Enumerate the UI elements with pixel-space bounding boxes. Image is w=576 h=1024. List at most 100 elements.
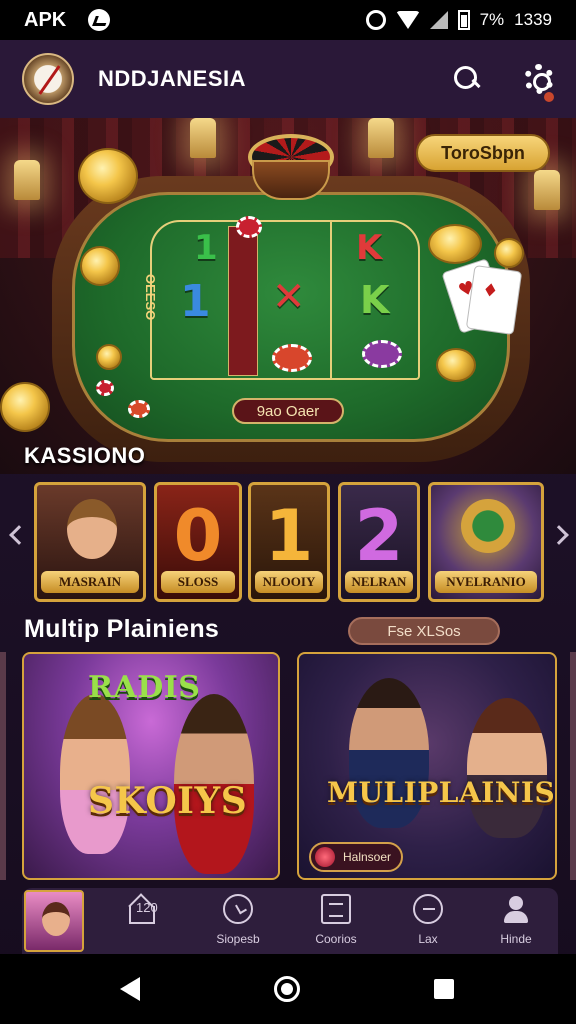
nav-item-siopesb[interactable]: Siopesb	[200, 894, 276, 952]
app-title: NDDJANESIA	[98, 66, 247, 91]
lamp-right	[534, 170, 560, 210]
alarm-icon	[365, 10, 386, 30]
lamp-left	[14, 160, 40, 200]
table-label: 9ao Oaer	[232, 398, 344, 424]
promo-top-text: RADIS	[88, 670, 201, 705]
nav-item-coorios[interactable]: Coorios	[298, 894, 374, 952]
avatar-image	[42, 902, 70, 936]
notification-dot	[544, 92, 554, 102]
battery-icon	[457, 10, 470, 30]
coin	[428, 224, 482, 264]
chevron-right-icon[interactable]	[549, 525, 569, 545]
see-all-button[interactable]: Fse XLSos	[348, 617, 500, 645]
felt-chip	[272, 344, 312, 372]
clock-icon	[223, 894, 253, 924]
home-button-icon[interactable]	[274, 976, 300, 1002]
game-tile-nelran[interactable]: 2 NELRAN	[338, 482, 420, 602]
felt-symbol: K	[356, 228, 383, 268]
nav-item-lax[interactable]: Lax	[390, 894, 466, 952]
felt-symbol: 1	[194, 228, 218, 268]
roulette-wheel	[248, 134, 334, 204]
coin	[80, 246, 120, 286]
tile-label: SLOSS	[161, 571, 235, 593]
lamp-center-right	[368, 118, 394, 158]
nav-label: Siopesb	[216, 932, 260, 946]
nav-label: Hinde	[500, 932, 532, 946]
felt-strip	[228, 226, 258, 376]
carousel-edge-left	[0, 652, 6, 880]
promo-main-text: SKOIYS	[88, 780, 248, 822]
wifi-icon	[395, 11, 420, 29]
carousel-edge-right	[570, 652, 576, 880]
status-bar: APK 7% 1339	[0, 0, 576, 40]
bottom-navigation: 120 Siopesb Coorios Lax Hinde	[22, 888, 558, 954]
roulette-icon	[461, 499, 515, 553]
tile-label: NELRAN	[345, 571, 413, 593]
hero-banner[interactable]: 1 1 K K ✕ ♥ ♦ ToroSbpn 9ao Oaer OEESO	[0, 118, 576, 474]
woman-character-image	[467, 698, 547, 838]
home-count: 120	[136, 900, 158, 915]
tile-label: MASRAIN	[41, 571, 139, 593]
promo-card-skoiys[interactable]: RADIS SKOIYS	[22, 652, 280, 880]
compass-logo[interactable]	[22, 53, 74, 105]
search-icon[interactable]	[454, 66, 480, 92]
chevron-left-icon[interactable]	[9, 525, 29, 545]
messenger-icon	[88, 9, 111, 31]
poker-chip	[96, 380, 114, 396]
back-icon[interactable]	[120, 977, 140, 1001]
play-button-label: Halnsoer	[343, 850, 392, 864]
promo-card-muliplainis[interactable]: MULIPLAINIS Halnsoer	[297, 652, 557, 880]
game-tile-masrain[interactable]: MASRAIN	[34, 482, 146, 602]
poker-chip	[236, 216, 262, 238]
app-header: NDDJANESIA	[0, 40, 576, 118]
game-tile-sloss[interactable]: 0 SLOSS	[154, 482, 242, 602]
felt-chip	[362, 340, 402, 368]
felt-symbol: K	[360, 278, 390, 322]
slots-carousel: MASRAIN 0 SLOSS 1 NLOOIY 2 NELRAN NVELRA…	[0, 478, 576, 606]
tour-button[interactable]: ToroSbpn	[416, 134, 550, 172]
clock-time: 1339	[514, 10, 552, 29]
status-right: 7% 1339	[365, 10, 552, 30]
recents-icon[interactable]	[434, 979, 454, 999]
felt-symbol: 1	[180, 276, 211, 327]
header-actions	[454, 64, 554, 94]
avatar[interactable]	[24, 890, 84, 952]
nav-label: Coorios	[315, 932, 357, 946]
coin	[96, 344, 122, 370]
battery-percent: 7%	[479, 10, 505, 29]
play-dot-icon	[315, 847, 335, 867]
status-left: APK	[24, 8, 111, 32]
cross-symbol: ✕	[272, 274, 306, 320]
coin	[436, 348, 476, 382]
nav-item-hinde[interactable]: Hinde	[478, 894, 554, 952]
casino-section-title: KASSIONO	[24, 443, 146, 468]
user-icon	[501, 894, 531, 924]
poker-chip	[128, 400, 150, 418]
carrier-label: APK	[24, 8, 67, 31]
coin	[494, 238, 524, 268]
lamp-center-left	[190, 118, 216, 158]
coin-stack	[78, 148, 138, 204]
nav-label: Lax	[418, 932, 438, 946]
slot-digit: 1	[264, 495, 314, 577]
nav-item-home[interactable]: 120	[102, 894, 178, 952]
game-tile-nlooiy[interactable]: 1 NLOOIY	[248, 482, 330, 602]
tile-label: NVELRANIO	[435, 571, 537, 593]
gear-icon[interactable]	[524, 64, 554, 94]
system-navigation-bar	[0, 954, 576, 1024]
slot-digit: 0	[173, 495, 223, 577]
promo-main-text: MULIPLAINIS	[327, 776, 556, 809]
felt-divider	[330, 222, 332, 378]
play-button[interactable]: Halnsoer	[309, 842, 403, 872]
table-side-text: OEESO	[143, 274, 158, 321]
app-screen: APK 7% 1339 NDDJANESIA 1 1 K K ✕ ♥ ♦ Tor…	[0, 0, 576, 1024]
game-tile-nvelranio[interactable]: NVELRANIO	[428, 482, 544, 602]
playing-card: ♦	[465, 264, 523, 336]
slot-digit: 2	[354, 495, 404, 577]
signal-icon	[429, 11, 448, 29]
document-icon	[321, 894, 351, 924]
coin	[0, 382, 50, 432]
game-character-image	[67, 499, 117, 559]
chat-icon	[413, 894, 443, 924]
tile-label: NLOOIY	[255, 571, 323, 593]
